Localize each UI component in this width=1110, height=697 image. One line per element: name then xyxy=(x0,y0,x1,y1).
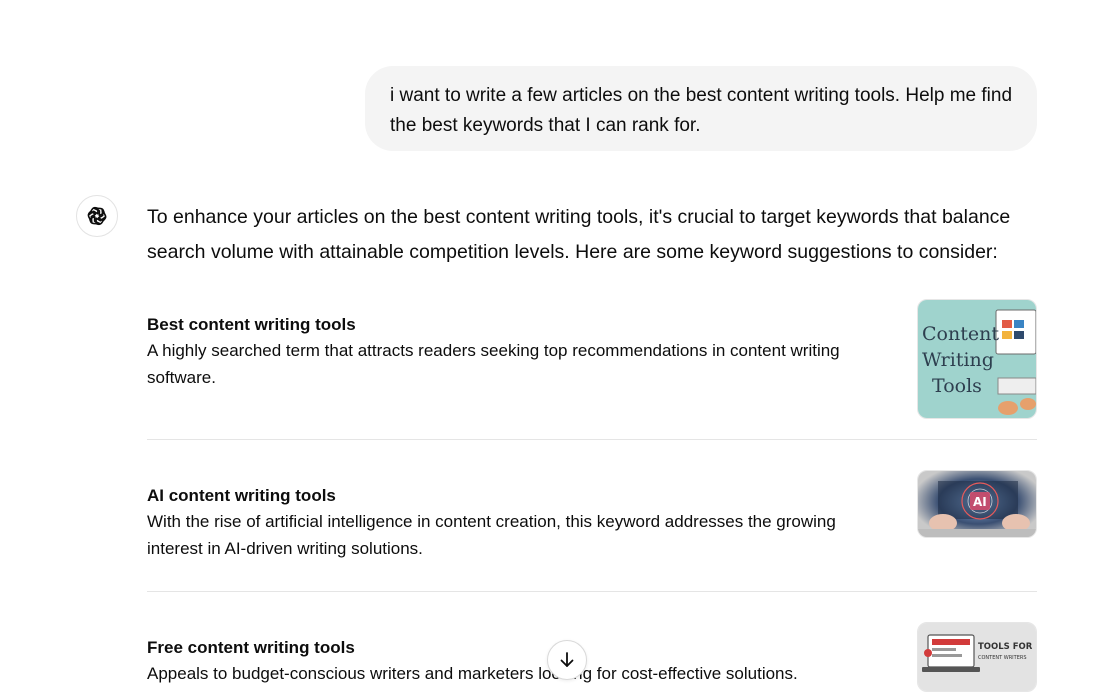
assistant-avatar xyxy=(76,195,118,237)
keyword-description: A highly searched term that attracts rea… xyxy=(147,341,840,387)
keyword-item: AI content writing tools With the rise o… xyxy=(147,484,1037,562)
arrow-down-icon xyxy=(560,652,574,667)
content-writing-tools-image: Content Writing Tools xyxy=(918,300,1036,418)
keyword-item: Best content writing tools A highly sear… xyxy=(147,313,1037,391)
scroll-to-bottom-button[interactable] xyxy=(547,640,587,680)
svg-text:TOOLS FOR: TOOLS FOR xyxy=(978,642,1033,652)
svg-text:Tools: Tools xyxy=(932,375,982,397)
keyword-thumbnail[interactable]: TOOLS FOR CONTENT WRITERS xyxy=(917,622,1037,692)
openai-logo-icon xyxy=(87,206,107,226)
svg-text:Content: Content xyxy=(922,323,999,345)
keyword-description: With the rise of artificial intelligence… xyxy=(147,512,836,558)
keyword-description: Appeals to budget-conscious writers and … xyxy=(147,664,798,683)
keyword-item: Free content writing tools Appeals to bu… xyxy=(147,636,1037,687)
user-message-bubble: i want to write a few articles on the be… xyxy=(365,66,1037,151)
tools-for-content-writers-image: TOOLS FOR CONTENT WRITERS xyxy=(918,623,1036,691)
assistant-intro-text: To enhance your articles on the best con… xyxy=(147,206,1011,263)
user-message-text: i want to write a few articles on the be… xyxy=(390,85,1013,136)
keyword-title: Best content writing tools xyxy=(147,315,356,334)
keyword-title: Free content writing tools xyxy=(147,638,355,657)
svg-text:CONTENT WRITERS: CONTENT WRITERS xyxy=(978,655,1027,661)
svg-text:AI: AI xyxy=(973,495,987,509)
keyword-thumbnail[interactable]: AI xyxy=(917,470,1037,538)
keyword-thumbnail[interactable]: Content Writing Tools xyxy=(917,299,1037,419)
item-divider xyxy=(147,439,1037,440)
ai-laptop-image: AI xyxy=(918,471,1036,537)
keyword-title: AI content writing tools xyxy=(147,486,336,505)
item-divider xyxy=(147,591,1037,592)
svg-text:Writing: Writing xyxy=(922,349,994,371)
